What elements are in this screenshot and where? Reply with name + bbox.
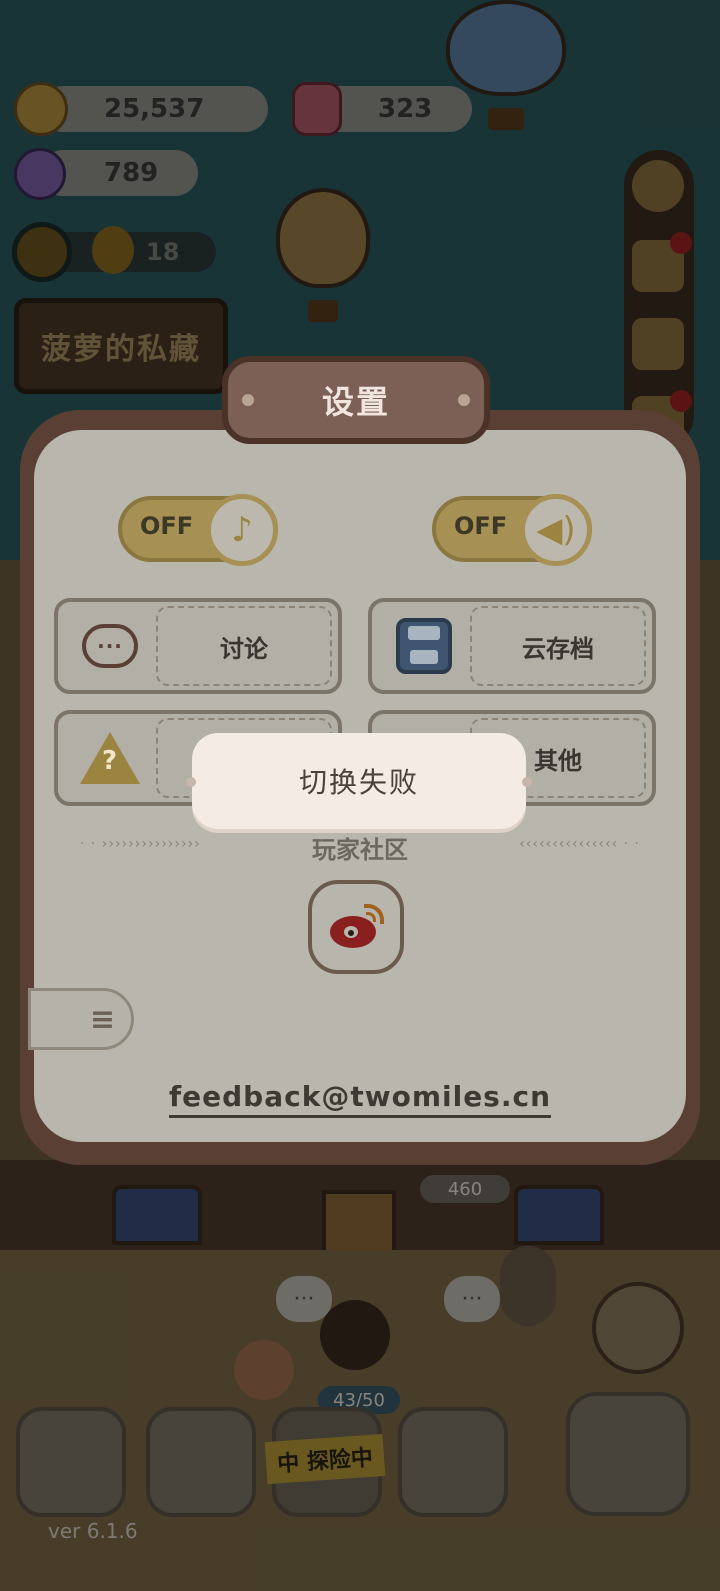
feedback-email: feedback@twomiles.cn xyxy=(168,1080,552,1118)
speaker-icon: ◀) xyxy=(520,494,592,566)
divider-left: · · ››››››››››››››› xyxy=(80,836,201,852)
music-note-icon: ♪ xyxy=(206,494,278,566)
toast-dot-right xyxy=(522,777,532,787)
toast-message: 切换失败 xyxy=(298,766,419,799)
community-label: 玩家社区 xyxy=(312,836,408,864)
weibo-icon xyxy=(328,904,384,950)
toast-dot-left xyxy=(186,777,196,787)
sound-toggle[interactable]: OFF ◀) xyxy=(432,494,592,566)
divider-right: ‹‹‹‹‹‹‹‹‹‹‹‹‹‹‹ · · xyxy=(519,836,640,852)
discussion-button[interactable]: ··· 讨论 xyxy=(54,598,342,694)
sound-toggle-state: OFF xyxy=(454,512,508,540)
error-toast: 切换失败 xyxy=(186,733,532,829)
discussion-label: 讨论 xyxy=(156,606,332,686)
weibo-button[interactable] xyxy=(308,880,404,974)
cloud-save-label: 云存档 xyxy=(470,606,646,686)
music-toggle-state: OFF xyxy=(140,512,194,540)
cloud-save-button[interactable]: 云存档 xyxy=(368,598,656,694)
chat-bubble-icon: ··· xyxy=(64,606,156,686)
side-tab-button[interactable]: ≡ xyxy=(28,988,134,1050)
feedback-email-link[interactable]: feedback@twomiles.cn xyxy=(0,1080,720,1118)
settings-title-plaque: 设置 xyxy=(222,356,490,444)
question-warning-icon: ? xyxy=(64,718,156,798)
settings-title: 设置 xyxy=(321,383,390,421)
music-toggle[interactable]: OFF ♪ xyxy=(118,494,278,566)
floppy-disk-icon xyxy=(378,606,470,686)
notebook-icon: ≡ xyxy=(89,1001,115,1037)
